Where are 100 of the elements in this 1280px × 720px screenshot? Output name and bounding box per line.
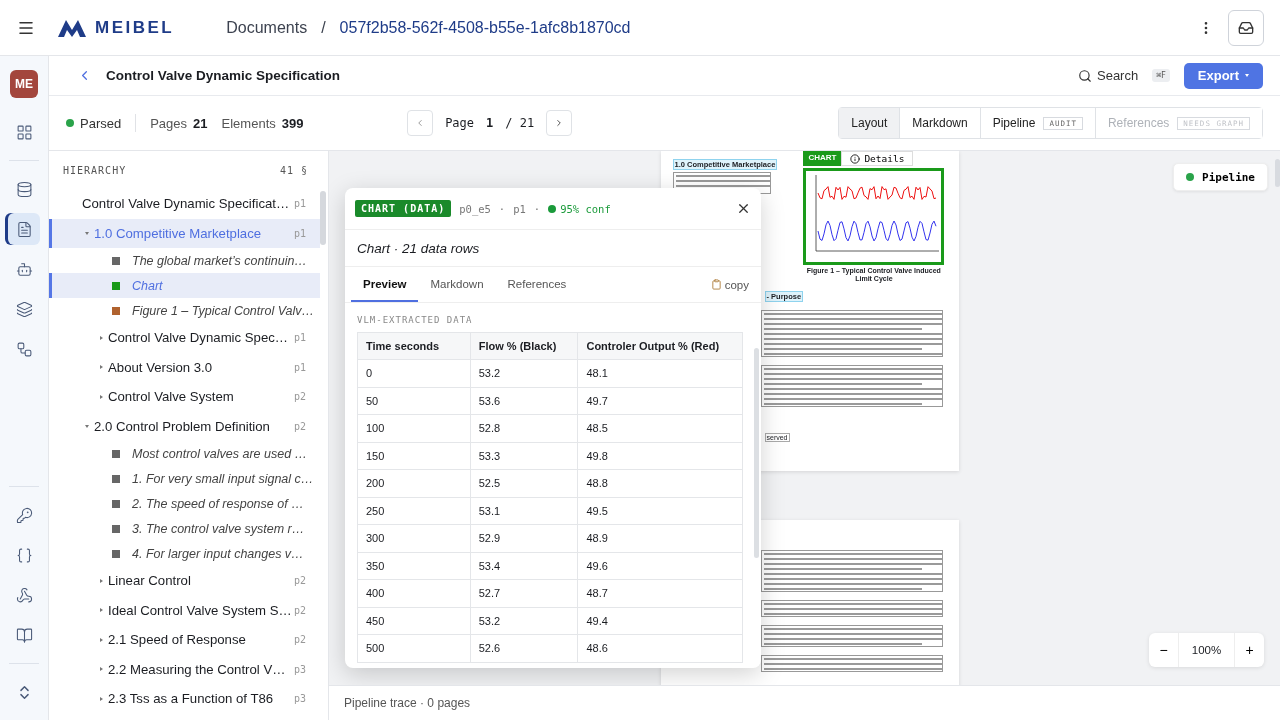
tree-item[interactable]: Most control valves are used … bbox=[49, 441, 320, 466]
breadcrumb-link[interactable]: Documents bbox=[226, 18, 308, 37]
document-title: Control Valve Dynamic Specification bbox=[106, 68, 342, 83]
details-button[interactable]: Details bbox=[841, 151, 914, 166]
table-cell: 49.7 bbox=[577, 387, 743, 415]
zoom-level: 100% bbox=[1178, 633, 1235, 667]
page-total: / 21 bbox=[505, 116, 535, 130]
table-cell: 50 bbox=[357, 387, 471, 415]
tree-item[interactable]: Control Valve Dynamic Specificat… p1 bbox=[49, 189, 320, 219]
inbox-button[interactable] bbox=[1228, 9, 1264, 46]
tree-item[interactable]: 2.3 Tss as a Function of T86 p3 bbox=[49, 684, 320, 714]
tree-item[interactable]: 1. For very small input signal c… bbox=[49, 466, 320, 491]
table-cell: 48.1 bbox=[577, 359, 743, 387]
copy-button[interactable]: copy bbox=[704, 267, 755, 302]
zoom-out-button[interactable]: − bbox=[1149, 633, 1178, 667]
chart-tag[interactable]: CHART bbox=[803, 151, 842, 166]
pipeline-button[interactable]: Pipeline bbox=[1173, 163, 1268, 191]
popup-tab[interactable]: Markdown bbox=[418, 267, 496, 302]
status-dot bbox=[66, 119, 74, 127]
tree-item[interactable]: 2.2 Measuring the Control V… p3 bbox=[49, 654, 320, 684]
table-cell: 0 bbox=[357, 359, 471, 387]
pages-count: 21 bbox=[193, 115, 208, 131]
tree-item[interactable]: Control Valve System p2 bbox=[49, 382, 320, 412]
popup-tab[interactable]: Preview bbox=[351, 267, 419, 302]
column-header: Flow % (Black) bbox=[470, 332, 578, 360]
element-summary: Chart · 21 data rows bbox=[345, 230, 761, 267]
panel-title: HIERARCHY bbox=[63, 164, 127, 176]
popup-tab[interactable]: References bbox=[495, 267, 579, 302]
column-header: Controler Output % (Red) bbox=[577, 332, 743, 360]
table-cell: 48.9 bbox=[577, 524, 743, 552]
scrollbar[interactable] bbox=[320, 191, 326, 245]
column-header: Time seconds bbox=[357, 332, 471, 360]
table-cell: 450 bbox=[357, 607, 471, 635]
table-cell: 48.7 bbox=[577, 579, 743, 607]
table-cell: 53.1 bbox=[470, 497, 578, 525]
elements-count: 399 bbox=[281, 115, 304, 131]
table-cell: 53.2 bbox=[470, 359, 578, 387]
table-cell: 52.6 bbox=[470, 634, 578, 662]
search-icon bbox=[1078, 68, 1092, 83]
section-label: VLM-EXTRACTED DATA bbox=[356, 314, 474, 327]
document-icon[interactable] bbox=[8, 213, 40, 245]
caret-icon bbox=[85, 424, 89, 428]
scrollbar[interactable] bbox=[754, 348, 759, 558]
table-cell: 49.6 bbox=[577, 552, 743, 580]
export-button[interactable]: Export bbox=[1183, 62, 1263, 89]
view-tab[interactable]: Layout bbox=[839, 108, 900, 138]
tree-item[interactable]: Chart bbox=[49, 273, 320, 298]
table-cell: 48.8 bbox=[577, 469, 743, 497]
tree-item[interactable]: 2. The speed of response of … bbox=[49, 491, 320, 516]
caret-icon bbox=[99, 667, 103, 672]
table-cell: 400 bbox=[357, 579, 471, 607]
status-dot bbox=[1186, 173, 1194, 181]
table-cell: 52.9 bbox=[470, 524, 578, 552]
search-button[interactable]: Search bbox=[1078, 68, 1139, 83]
table-cell: 48.5 bbox=[577, 414, 743, 442]
table-cell: 49.4 bbox=[577, 607, 743, 635]
section-count: 41 § bbox=[279, 164, 308, 176]
page-label: Page bbox=[445, 116, 475, 130]
page-number[interactable]: 1 bbox=[486, 116, 494, 130]
element-page: p1 bbox=[513, 202, 526, 215]
tree-item[interactable]: Control Valve Dynamic Spec… p1 bbox=[49, 323, 320, 353]
logo-text: MEIBEL bbox=[95, 17, 175, 38]
caret-icon bbox=[99, 578, 103, 583]
table-cell: 53.3 bbox=[470, 442, 578, 470]
tree-item[interactable]: The global market’s continuin… bbox=[49, 248, 320, 273]
chart-highlight[interactable] bbox=[803, 168, 945, 265]
status-text: Parsed bbox=[80, 115, 122, 131]
table-cell: 49.5 bbox=[577, 497, 743, 525]
inbox-icon bbox=[1238, 19, 1254, 36]
tree-item[interactable]: 2.1 Speed of Response p2 bbox=[49, 625, 320, 655]
table-cell: 200 bbox=[357, 469, 471, 497]
tree-item[interactable]: About Version 3.0 p1 bbox=[49, 352, 320, 382]
zoom-in-button[interactable]: + bbox=[1235, 633, 1264, 667]
scrollbar[interactable] bbox=[1275, 159, 1280, 187]
caret-icon bbox=[99, 696, 103, 701]
caret-icon bbox=[99, 365, 103, 370]
tree-item[interactable]: Figure 1 – Typical Control Valv… bbox=[49, 298, 320, 323]
breadcrumb-separator: / bbox=[321, 18, 326, 37]
confidence-dot bbox=[548, 204, 557, 213]
tree-item[interactable]: Linear Control p2 bbox=[49, 566, 320, 596]
tree-item[interactable]: 2.0 Control Problem Definition p2 bbox=[49, 411, 320, 441]
table-cell: 52.7 bbox=[470, 579, 578, 607]
close-button[interactable] bbox=[736, 201, 751, 216]
tree-item[interactable]: 1.0 Competitive Marketplace p1 bbox=[49, 218, 320, 248]
meta-separator: · bbox=[498, 202, 506, 215]
avatar[interactable]: ME bbox=[10, 70, 38, 98]
pages-label: Pages bbox=[150, 115, 188, 131]
table-cell: 52.5 bbox=[470, 469, 578, 497]
tree-item[interactable]: 4. For larger input changes v… bbox=[49, 541, 320, 566]
caret-icon bbox=[99, 637, 103, 642]
caret-icon bbox=[99, 335, 103, 340]
table-cell: 350 bbox=[357, 552, 471, 580]
elements-label: Elements bbox=[221, 115, 276, 131]
table-cell: 53.6 bbox=[470, 387, 578, 415]
tree-item[interactable]: 3. The control valve system r… bbox=[49, 516, 320, 541]
tree-item[interactable]: Ideal Control Valve System S… p2 bbox=[49, 595, 320, 625]
type-badge: CHART (DATA) bbox=[355, 200, 452, 217]
element-id: p0_e5 bbox=[459, 202, 491, 215]
pipeline-trace: Pipeline trace · 0 pages bbox=[329, 685, 1280, 720]
caret-icon bbox=[99, 394, 103, 399]
